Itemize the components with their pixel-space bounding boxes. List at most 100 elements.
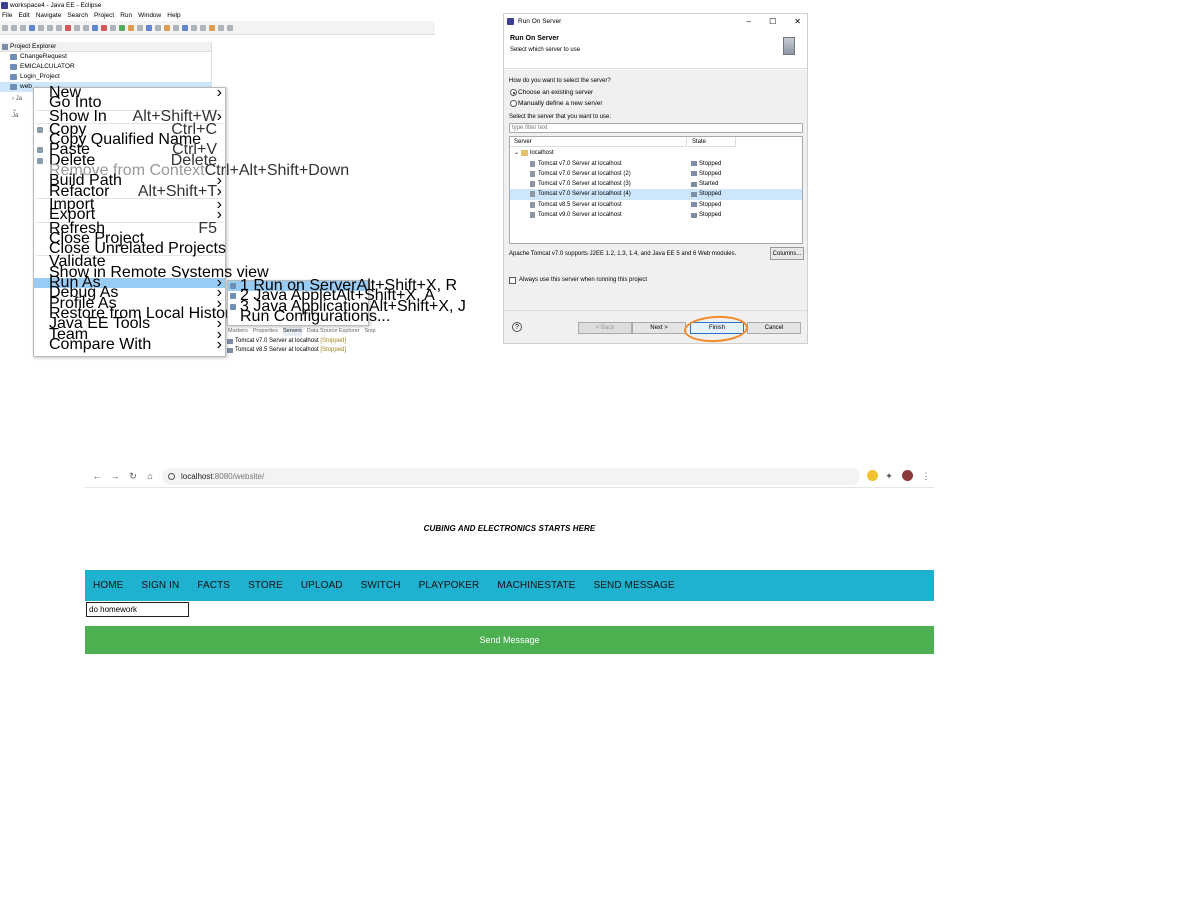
tree-item-label: ChangeRequest xyxy=(20,53,67,60)
menu-window[interactable]: Window xyxy=(138,11,161,21)
always-use-checkbox-box[interactable] xyxy=(509,277,516,284)
nav-link-store[interactable]: STORE xyxy=(248,580,283,591)
nav-link-sign-in[interactable]: SIGN IN xyxy=(141,580,179,591)
tab-snip[interactable]: Snip xyxy=(365,327,376,336)
radio-existing-server[interactable]: Choose an existing server xyxy=(509,87,804,98)
dialog-footer: ? < Back Next > Finish Cancel xyxy=(504,310,807,343)
nav-link-facts[interactable]: FACTS xyxy=(197,580,230,591)
tab-data-source-explorer[interactable]: Data Source Explorer xyxy=(307,327,360,336)
menu-item-compare-with[interactable]: Compare With › xyxy=(34,336,225,352)
radio-manual-indicator[interactable] xyxy=(510,100,517,107)
save-icon[interactable] xyxy=(11,24,17,31)
server-icon xyxy=(530,181,535,188)
step-icon[interactable] xyxy=(74,24,80,31)
open-type-icon[interactable] xyxy=(146,24,152,31)
close-icon[interactable]: ✕ xyxy=(794,14,801,29)
skip-icon[interactable] xyxy=(38,24,44,31)
debug-icon[interactable] xyxy=(110,24,116,31)
nav-link-home[interactable]: HOME xyxy=(93,580,123,591)
server-icon[interactable] xyxy=(92,24,98,31)
server-filter-input[interactable]: type filter text xyxy=(509,123,803,133)
nav-link-switch[interactable]: SWITCH xyxy=(361,580,401,591)
menu-edit[interactable]: Edit xyxy=(18,11,29,21)
home-icon[interactable]: ⌂ xyxy=(143,469,157,483)
server-table-row[interactable]: Tomcat v7.0 Server at localhost (3) Start… xyxy=(510,179,802,189)
menu-navigate[interactable]: Navigate xyxy=(36,11,62,21)
address-bar[interactable]: localhost:8080/website/ xyxy=(162,468,860,485)
forward-icon[interactable] xyxy=(227,24,233,31)
server-table-row[interactable]: Tomcat v7.0 Server at localhost (4) Stopp… xyxy=(510,189,802,200)
suspend-icon[interactable] xyxy=(56,24,62,31)
stop-server-icon[interactable] xyxy=(101,24,107,31)
external-tools-icon[interactable] xyxy=(128,24,134,31)
expand-chevron-icon[interactable]: ⌄ xyxy=(514,148,519,158)
tree-item-changerequest[interactable]: ChangeRequest xyxy=(0,52,211,62)
menu-search[interactable]: Search xyxy=(67,11,88,21)
cancel-button[interactable]: Cancel xyxy=(747,322,801,334)
nav-link-send-message[interactable]: SEND MESSAGE xyxy=(593,580,674,591)
last-edit-icon[interactable] xyxy=(209,24,215,31)
server-table-row[interactable]: Tomcat v7.0 Server at localhost Stopped xyxy=(510,159,802,169)
col-header-state[interactable]: State xyxy=(688,137,736,147)
back-arrow-icon[interactable]: ← xyxy=(90,469,104,483)
new-icon[interactable] xyxy=(2,24,8,31)
server-table-row[interactable]: Tomcat v9.0 Server at localhost Stopped xyxy=(510,210,802,220)
back-button[interactable]: < Back xyxy=(578,322,632,334)
run-as-submenu: 1 Run on Server Alt+Shift+X, R2 Java Appl… xyxy=(227,277,466,326)
back-icon[interactable] xyxy=(218,24,224,31)
menu-file[interactable]: File xyxy=(2,11,12,21)
always-use-server-checkbox[interactable]: Always use this server when running this… xyxy=(509,274,804,286)
site-info-icon[interactable] xyxy=(168,473,175,480)
tree-item-login-project[interactable]: Login_Project xyxy=(0,72,211,82)
search-icon[interactable] xyxy=(155,24,161,31)
forward-arrow-icon[interactable]: → xyxy=(108,469,122,483)
browser-window: ← → ↻ ⌂ localhost:8080/website/ ✦ ⋮ CUBI… xyxy=(85,466,934,654)
new-project-icon[interactable] xyxy=(137,24,143,31)
next-button[interactable]: Next > xyxy=(632,322,686,334)
extension-icon[interactable] xyxy=(867,470,878,481)
next-annotation-icon[interactable] xyxy=(191,24,197,31)
prev-annotation-icon[interactable] xyxy=(200,24,206,31)
tab-markers[interactable]: Markers xyxy=(228,327,248,336)
maximize-icon[interactable]: ☐ xyxy=(769,14,776,29)
message-input[interactable]: do homework xyxy=(86,602,189,617)
columns-button[interactable]: Columns... xyxy=(770,247,804,260)
nav-link-upload[interactable]: UPLOAD xyxy=(301,580,343,591)
submenu-item-run-configurations[interactable]: Run Configurations... xyxy=(228,308,390,324)
reload-icon[interactable]: ↻ xyxy=(126,469,140,483)
radio-existing-indicator[interactable] xyxy=(510,89,517,96)
profile-avatar[interactable] xyxy=(902,470,913,481)
tab-properties[interactable]: Properties xyxy=(253,327,278,336)
menu-help[interactable]: Help xyxy=(167,11,180,21)
menu-project[interactable]: Project xyxy=(94,11,114,21)
help-icon[interactable]: ? xyxy=(512,322,522,332)
server-table-row[interactable]: Tomcat v7.0 Server at localhost (2) Stopp… xyxy=(510,169,802,179)
server-table-row[interactable]: Tomcat v8.5 Server at localhost Stopped xyxy=(510,200,802,210)
col-header-server[interactable]: Server xyxy=(510,137,687,147)
menu-run[interactable]: Run xyxy=(120,11,132,21)
host-node[interactable]: ⌄ localhost xyxy=(510,148,802,158)
send-message-button[interactable]: Send Message xyxy=(85,626,934,654)
nav-link-playpoker[interactable]: PLAYPOKER xyxy=(419,580,480,591)
terminate-icon[interactable] xyxy=(65,24,71,31)
kebab-menu-icon[interactable]: ⋮ xyxy=(919,469,933,483)
annotation-icon[interactable] xyxy=(164,24,170,31)
console-icon[interactable] xyxy=(29,24,35,31)
save-all-icon[interactable] xyxy=(20,24,26,31)
server-row[interactable]: Tomcat v8.5 Server at localhost [Stopped… xyxy=(227,346,346,355)
radio-manual-server[interactable]: Manually define a new server xyxy=(509,98,804,109)
resume-icon[interactable] xyxy=(47,24,53,31)
minimize-icon[interactable]: – xyxy=(747,14,751,29)
web-browser-icon[interactable] xyxy=(182,24,188,31)
run-icon[interactable] xyxy=(119,24,125,31)
extensions-puzzle-icon[interactable]: ✦ xyxy=(882,469,896,483)
eclipse-title-bar: workspace4 - Java EE - Eclipse xyxy=(0,0,435,11)
step-over-icon[interactable] xyxy=(83,24,89,31)
finish-button[interactable]: Finish xyxy=(690,322,744,334)
server-row[interactable]: Tomcat v7.0 Server at localhost [Stopped… xyxy=(227,337,346,346)
nav-link-machinestate[interactable]: MACHINESTATE xyxy=(497,580,575,591)
submenu-arrow-icon: › xyxy=(216,206,222,224)
tree-item-emicalculator[interactable]: EMICALCULATOR xyxy=(0,62,211,72)
tab-servers[interactable]: Servers xyxy=(282,327,302,336)
globe-icon[interactable] xyxy=(173,24,179,31)
